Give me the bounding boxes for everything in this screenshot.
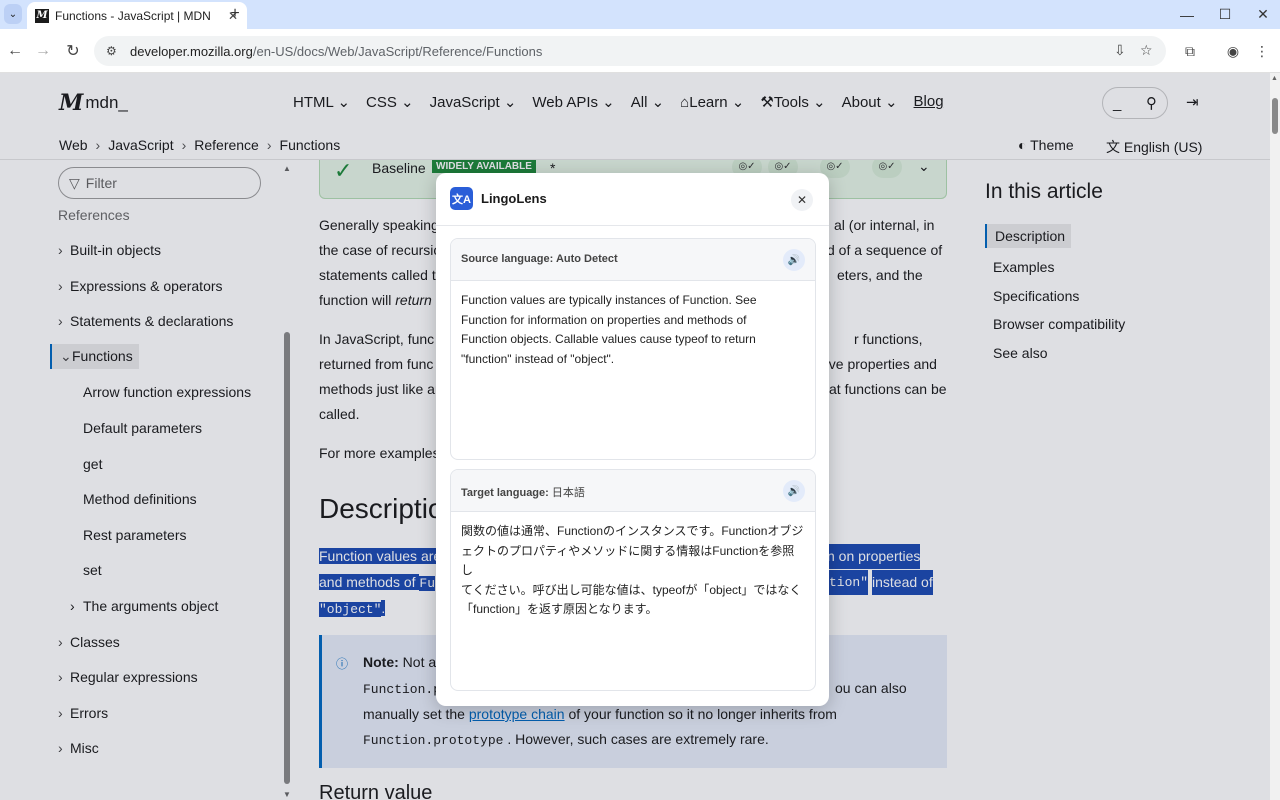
popup-title: LingoLens (481, 191, 547, 206)
tab-title: Functions - JavaScript | MDN (55, 8, 211, 23)
popup-divider (436, 225, 829, 226)
site-info-icon[interactable]: ⚙ (106, 44, 122, 58)
target-text: 関数の値は通常、Functionのインスタンスです。Functionオブジ ェク… (461, 524, 804, 616)
chevron-down-icon: ⌄ (8, 8, 18, 20)
extensions-icon[interactable]: ⧉ (1178, 39, 1202, 63)
mdn-favicon-icon: M (35, 8, 49, 23)
back-button[interactable]: ← (3, 39, 27, 63)
speaker-icon[interactable]: 🔊 (783, 249, 805, 271)
source-language-value: Auto Detect (555, 253, 618, 265)
forward-button[interactable]: → (31, 39, 55, 63)
profile-icon[interactable]: ◉ (1221, 39, 1245, 63)
url-path: /en-US/docs/Web/JavaScript/Reference/Fun… (252, 43, 543, 59)
arrow-left-icon: ← (7, 42, 23, 59)
lingolens-logo-icon: 文A (450, 187, 473, 210)
address-bar[interactable]: ⚙ developer.mozilla.org/en-US/docs/Web/J… (94, 36, 1166, 66)
tab-search-button[interactable]: ⌄ (4, 4, 22, 24)
reload-button[interactable]: ↻ (61, 39, 85, 63)
minimize-button[interactable]: — (1168, 0, 1206, 29)
reload-icon: ↻ (66, 43, 80, 60)
lingolens-popup: 文A LingoLens ✕ Source language: Auto Det… (436, 173, 829, 706)
scroll-up-icon[interactable]: ▲ (1271, 75, 1278, 82)
speaker-icon[interactable]: 🔊 (783, 480, 805, 502)
source-panel: Source language: Auto Detect 🔊 Function … (450, 238, 816, 460)
target-language-value: 日本語 (551, 487, 585, 499)
close-icon[interactable]: ✕ (791, 189, 813, 211)
bookmark-star-icon[interactable]: ☆ (1140, 42, 1153, 59)
browser-toolbar: ← → ↻ ⚙ developer.mozilla.org/en-US/docs… (0, 29, 1280, 73)
active-tab[interactable]: M Functions - JavaScript | MDN ✕ (27, 2, 247, 29)
new-tab-button[interactable]: + (226, 4, 244, 24)
maximize-button[interactable]: ☐ (1206, 0, 1244, 29)
install-app-icon[interactable]: ⇩ (1114, 42, 1126, 59)
target-language-label: Target language: 日本語 (461, 487, 585, 499)
target-panel: Target language: 日本語 🔊 関数の値は通常、Functionの… (450, 469, 816, 691)
source-panel-header: Source language: Auto Detect 🔊 (451, 239, 815, 281)
more-menu-icon[interactable]: ⋮ (1250, 39, 1274, 63)
target-panel-header: Target language: 日本語 🔊 (451, 470, 815, 512)
page-scroll-thumb[interactable] (1272, 98, 1278, 134)
tab-strip: ⌄ M Functions - JavaScript | MDN ✕ + — ☐… (0, 0, 1280, 29)
url-host: developer.mozilla.org (130, 43, 253, 59)
url-text: developer.mozilla.org/en-US/docs/Web/Jav… (130, 44, 542, 59)
page-scrollbar[interactable]: ▲ (1270, 73, 1280, 800)
close-window-button[interactable]: ✕ (1244, 0, 1280, 29)
arrow-right-icon: → (35, 42, 51, 59)
source-text: Function values are typically instances … (461, 293, 757, 366)
source-language-label: Source language: Auto Detect (461, 253, 618, 265)
